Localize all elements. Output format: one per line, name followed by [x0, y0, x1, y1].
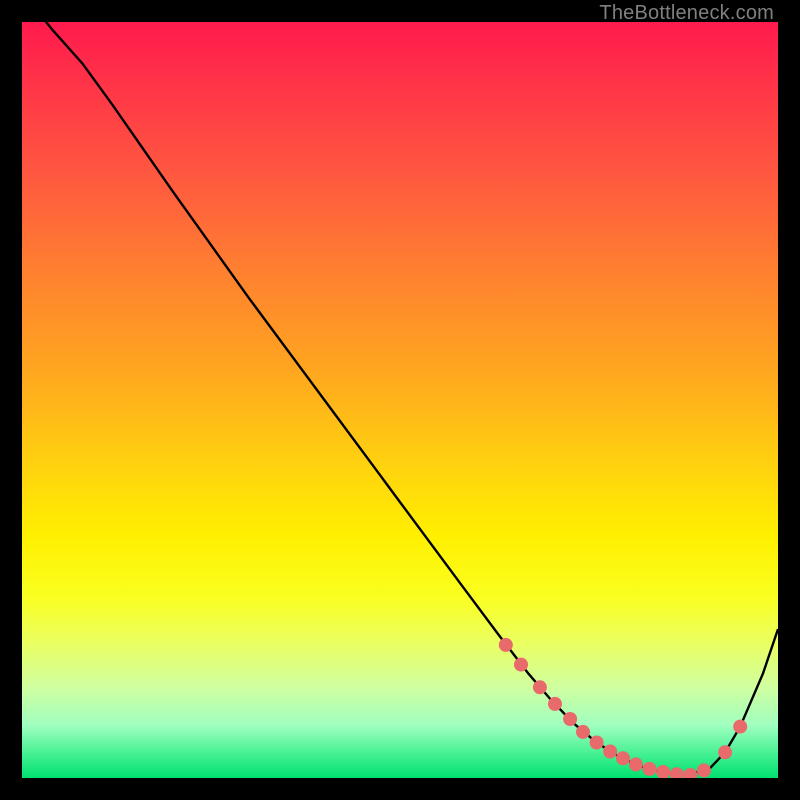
marker-dot [590, 736, 604, 750]
attribution-label: TheBottleneck.com [599, 2, 774, 25]
marker-dot [499, 638, 513, 652]
chart-overlay [22, 22, 778, 778]
curve-line [22, 22, 778, 775]
marker-dot [616, 751, 630, 765]
marker-dot [643, 762, 657, 776]
marker-dot [533, 680, 547, 694]
marker-dot [718, 745, 732, 759]
marker-dot [656, 765, 670, 778]
marker-dot [576, 725, 590, 739]
marker-dot [670, 767, 684, 778]
marker-dot [563, 712, 577, 726]
marker-dot [603, 745, 617, 759]
marker-dot [697, 763, 711, 777]
marker-dot [548, 697, 562, 711]
marker-dot [629, 757, 643, 771]
marker-dot [514, 658, 528, 672]
marker-dot [683, 768, 697, 778]
marker-group [499, 638, 747, 778]
marker-dot [733, 720, 747, 734]
